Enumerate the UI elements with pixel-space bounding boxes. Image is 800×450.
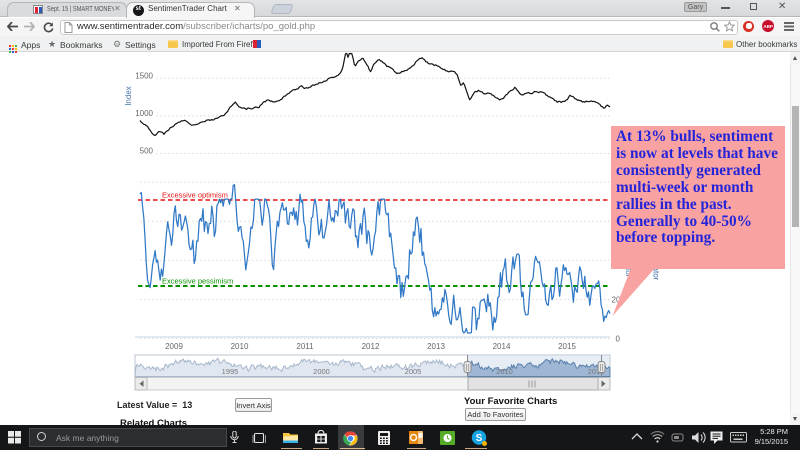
svg-text:Excessive optimism: Excessive optimism <box>162 191 228 200</box>
svg-text:0: 0 <box>616 335 621 344</box>
svg-text:Index: Index <box>124 86 133 106</box>
svg-text:2009: 2009 <box>165 342 183 351</box>
svg-text:S: S <box>476 433 483 444</box>
svg-text:2000: 2000 <box>313 367 330 376</box>
svg-text:1000: 1000 <box>135 109 153 118</box>
svg-text:1500: 1500 <box>135 72 153 81</box>
svg-text:2015: 2015 <box>558 342 576 351</box>
svg-text:500: 500 <box>140 147 154 156</box>
svg-text:2010: 2010 <box>496 367 513 376</box>
svg-text:Excessive pessimism: Excessive pessimism <box>162 277 233 286</box>
svg-text:2005: 2005 <box>405 367 422 376</box>
svg-text:2011: 2011 <box>296 342 314 351</box>
svg-text:2013: 2013 <box>427 342 445 351</box>
svg-text:2010: 2010 <box>231 342 249 351</box>
svg-text:1995: 1995 <box>222 367 239 376</box>
svg-text:2014: 2014 <box>493 342 511 351</box>
svg-text:2012: 2012 <box>362 342 380 351</box>
